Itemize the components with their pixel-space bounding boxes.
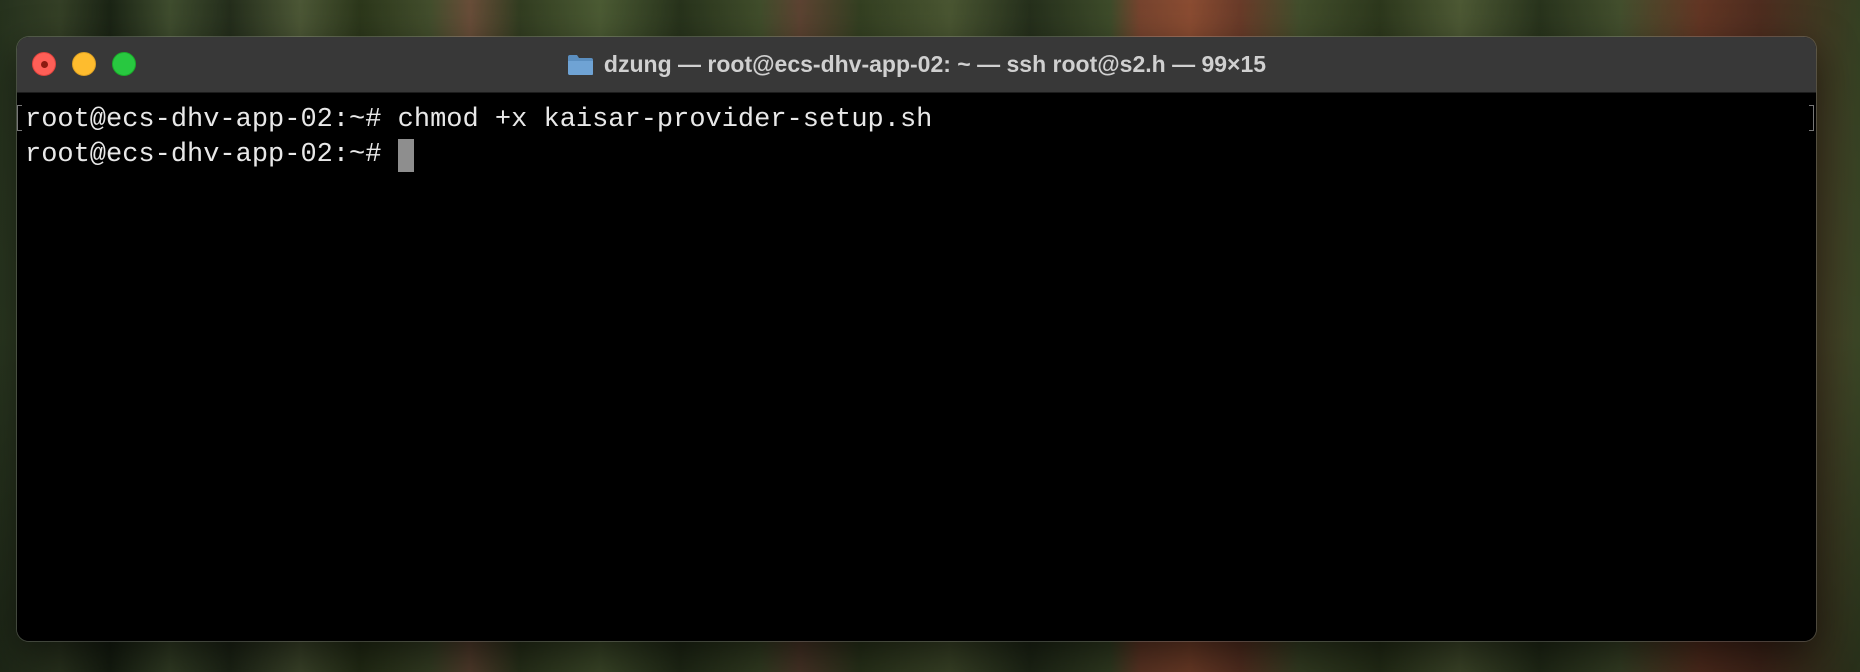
shell-prompt: root@ecs-dhv-app-02:~#: [25, 140, 398, 170]
terminal-line[interactable]: root@ecs-dhv-app-02:~#: [25, 138, 1816, 173]
window-controls: [32, 52, 136, 76]
terminal-window[interactable]: dzung — root@ecs-dhv-app-02: ~ — ssh roo…: [17, 37, 1816, 641]
terminal-line: root@ecs-dhv-app-02:~# chmod +x kaisar-p…: [25, 103, 1816, 138]
selection-bracket-left: [17, 105, 22, 131]
window-titlebar[interactable]: dzung — root@ecs-dhv-app-02: ~ — ssh roo…: [17, 37, 1816, 93]
close-icon: [40, 60, 48, 68]
selection-bracket-right: [1809, 105, 1814, 131]
close-button[interactable]: [32, 52, 56, 76]
window-title: dzung — root@ecs-dhv-app-02: ~ — ssh roo…: [567, 51, 1266, 78]
window-title-text: dzung — root@ecs-dhv-app-02: ~ — ssh roo…: [603, 51, 1267, 77]
folder-icon: [567, 54, 593, 75]
terminal-output[interactable]: root@ecs-dhv-app-02:~# chmod +x kaisar-p…: [17, 93, 1816, 641]
minimize-button[interactable]: [72, 52, 96, 76]
shell-command: chmod +x kaisar-provider-setup.sh: [397, 105, 933, 135]
maximize-button[interactable]: [112, 52, 136, 76]
text-cursor: [397, 139, 414, 172]
shell-prompt: root@ecs-dhv-app-02:~#: [25, 105, 398, 135]
